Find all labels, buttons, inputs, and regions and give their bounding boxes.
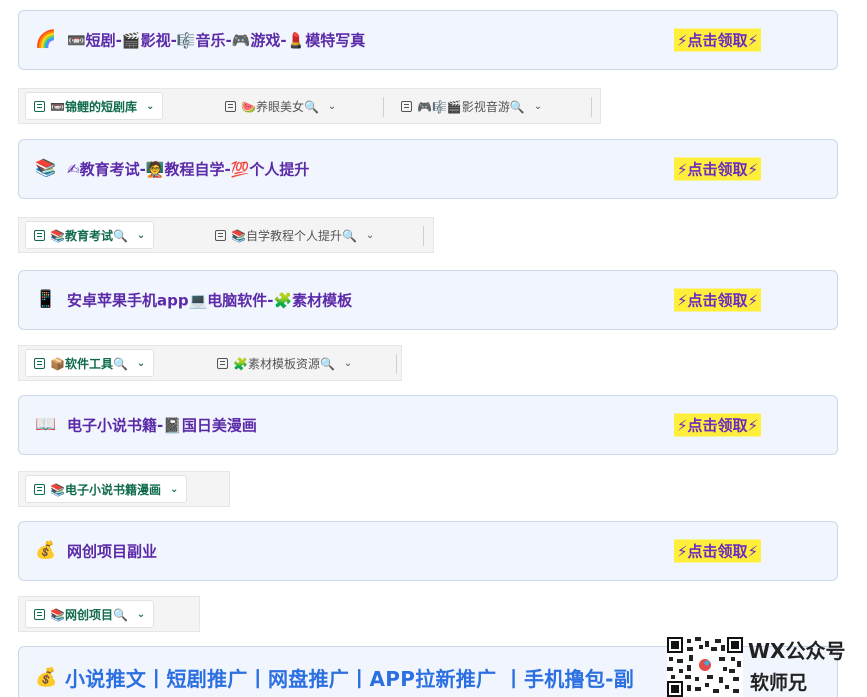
tabbar-books: 📚电子小说书籍漫画 ⌄ xyxy=(18,471,230,507)
open-book-icon: 📖 xyxy=(35,414,57,435)
claim-button[interactable]: ⚡点击领取⚡ xyxy=(674,539,762,563)
tab-label: 🎮🎼🎬影视音游🔍 xyxy=(417,99,525,114)
tabbar-education: 📚教育考试🔍 ⌄ 📚自学教程个人提升🔍 ⌄ xyxy=(18,217,434,253)
money-bag-icon: 💰 xyxy=(35,540,57,561)
tab-label: 🧩素材模板资源🔍 xyxy=(233,356,335,371)
tab-self-study[interactable]: 📚自学教程个人提升🔍 ⌄ xyxy=(207,221,382,249)
tab-online-projects[interactable]: 📚网创项目🔍 ⌄ xyxy=(25,600,155,628)
list-icon xyxy=(34,229,45,241)
chevron-down-icon[interactable]: ⌄ xyxy=(146,101,154,112)
tabbar-side-business: 📚网创项目🔍 ⌄ xyxy=(18,596,200,632)
money-bag-icon: 💰 xyxy=(35,667,58,688)
claim-button[interactable]: ⚡点击领取⚡ xyxy=(674,28,762,52)
tab-materials[interactable]: 🧩素材模板资源🔍 ⌄ xyxy=(209,349,360,377)
watermark-label: WX公众号 xyxy=(748,639,846,663)
list-icon xyxy=(34,608,45,620)
chevron-down-icon[interactable]: ⌄ xyxy=(366,230,374,241)
tabbar-video: 📼锦鲤的短剧库 ⌄ 🍉养眼美女🔍 ⌄ 🎮🎼🎬影视音游🔍 ⌄ xyxy=(18,88,601,124)
chevron-down-icon[interactable]: ⌄ xyxy=(170,484,178,495)
tab-label: 📼锦鲤的短剧库 xyxy=(50,99,137,114)
tab-label: 📚网创项目🔍 xyxy=(50,607,128,622)
chevron-down-icon[interactable]: ⌄ xyxy=(344,358,352,369)
tab-media[interactable]: 🎮🎼🎬影视音游🔍 ⌄ xyxy=(393,92,550,120)
chevron-down-icon[interactable]: ⌄ xyxy=(328,101,336,112)
card-title: ✍教育考试-🧑‍🏫教程自学-💯个人提升 xyxy=(67,160,310,179)
category-card-side-business: 💰 网创项目副业 ⚡点击领取⚡ xyxy=(18,521,838,581)
qr-code-icon xyxy=(667,637,743,697)
rainbow-icon: 🌈 xyxy=(35,29,57,50)
tab-label: 📚教育考试🔍 xyxy=(50,228,128,243)
phone-icon: 📱 xyxy=(35,289,57,310)
tab-exam[interactable]: 📚教育考试🔍 ⌄ xyxy=(25,221,155,249)
watermark-name: 软师兄 xyxy=(750,672,808,694)
tab-label: 📚自学教程个人提升🔍 xyxy=(231,228,357,243)
books-icon: 📚 xyxy=(35,158,57,179)
tab-beauty[interactable]: 🍉养眼美女🔍 ⌄ xyxy=(217,92,344,120)
list-icon xyxy=(215,229,226,241)
card-title: 📼短剧-🎬影视-🎼音乐-🎮游戏-💄模特写真 xyxy=(67,31,366,50)
tab-label: 📦软件工具🔍 xyxy=(50,356,128,371)
list-icon xyxy=(34,100,45,112)
list-icon xyxy=(34,483,45,495)
tab-label: 📚电子小说书籍漫画 xyxy=(50,482,161,497)
tab-novels-comics[interactable]: 📚电子小说书籍漫画 ⌄ xyxy=(25,475,188,503)
tab-software-tools[interactable]: 📦软件工具🔍 ⌄ xyxy=(25,349,155,377)
divider xyxy=(383,97,384,117)
list-icon xyxy=(217,357,228,369)
card-title: 安卓苹果手机app💻电脑软件-🧩素材模板 xyxy=(67,291,353,310)
claim-button[interactable]: ⚡点击领取⚡ xyxy=(674,157,762,181)
tabbar-software: 📦软件工具🔍 ⌄ 🧩素材模板资源🔍 ⌄ xyxy=(18,345,402,381)
chevron-down-icon[interactable]: ⌄ xyxy=(137,358,145,369)
chevron-down-icon[interactable]: ⌄ xyxy=(137,230,145,241)
card-title: 网创项目副业 xyxy=(67,542,158,561)
divider xyxy=(396,354,397,374)
list-icon xyxy=(225,100,236,112)
promo-title[interactable]: 小说推文丨短剧推广丨网盘推广丨APP拉新推广 丨手机撸包-副 xyxy=(65,663,634,692)
claim-button[interactable]: ⚡点击领取⚡ xyxy=(674,288,762,312)
category-card-books: 📖 电子小说书籍-📓国日美漫画 ⚡点击领取⚡ xyxy=(18,395,838,455)
category-card-video: 🌈 📼短剧-🎬影视-🎼音乐-🎮游戏-💄模特写真 ⚡点击领取⚡ xyxy=(18,10,838,70)
list-icon xyxy=(34,357,45,369)
category-card-education: 📚 ✍教育考试-🧑‍🏫教程自学-💯个人提升 ⚡点击领取⚡ xyxy=(18,139,838,199)
tab-short-drama[interactable]: 📼锦鲤的短剧库 ⌄ xyxy=(25,92,164,120)
tab-label: 🍉养眼美女🔍 xyxy=(241,99,319,114)
claim-button[interactable]: ⚡点击领取⚡ xyxy=(674,413,762,437)
chevron-down-icon[interactable]: ⌄ xyxy=(534,101,542,112)
list-icon xyxy=(401,100,412,112)
category-card-software: 📱 安卓苹果手机app💻电脑软件-🧩素材模板 ⚡点击领取⚡ xyxy=(18,270,838,330)
card-title: 电子小说书籍-📓国日美漫画 xyxy=(67,416,257,435)
divider xyxy=(591,97,592,117)
chevron-down-icon[interactable]: ⌄ xyxy=(137,609,145,620)
divider xyxy=(423,226,424,246)
